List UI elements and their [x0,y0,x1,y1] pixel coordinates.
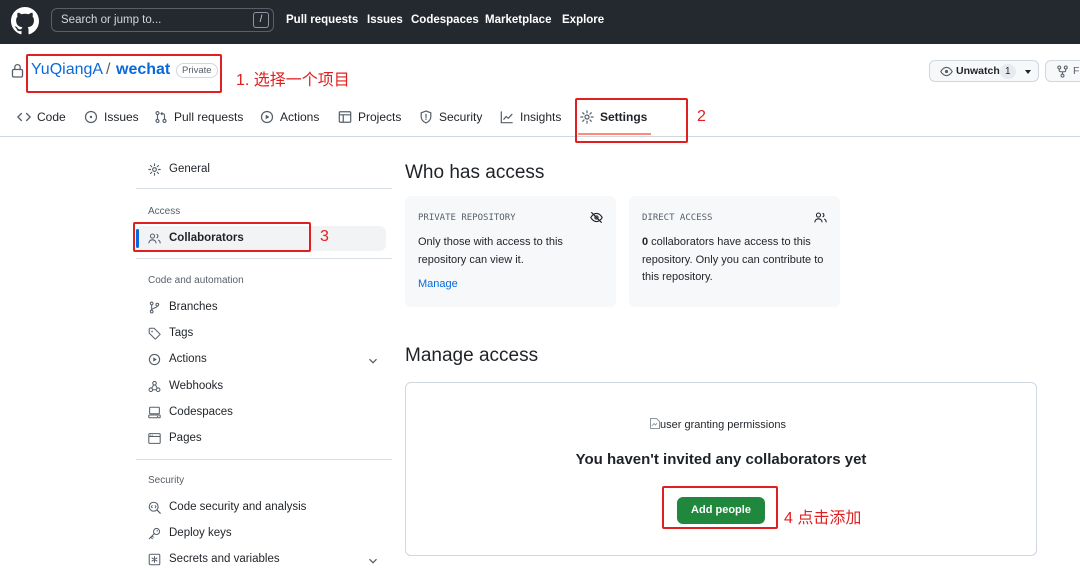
sidebar-item-label: Code security and analysis [169,501,307,513]
sidebar-item-label: Codespaces [169,406,233,418]
table-icon [338,111,352,123]
people-icon [814,212,827,223]
chevron-down-icon[interactable] [368,556,378,566]
asterisk-icon [148,553,161,566]
sidebar-item-label: Webhooks [169,380,224,392]
tab-actions-label: Actions [280,110,320,124]
global-header: Search or jump to... / Pull requests Iss… [0,0,1080,44]
eye-closed-icon [590,212,603,223]
tag-icon [148,327,161,340]
direct-access-card: DIRECT ACCESS 0 collaborators have acces… [629,196,840,307]
eye-icon [940,66,953,77]
annotation-box-step1 [26,54,222,93]
nav-explore[interactable]: Explore [562,14,604,26]
sidebar-item-label: Tags [169,327,194,339]
tab-security-label: Security [439,110,483,124]
card-description: Only those with access to this repositor… [418,236,563,266]
unwatch-button[interactable]: Unwatch 1 [929,60,1039,82]
sidebar-divider [136,459,392,460]
unwatch-label: Unwatch [956,65,1000,77]
key-icon [148,527,161,540]
chevron-down-icon[interactable] [368,356,378,366]
card-description: 0 collaborators have access to this repo… [642,234,832,287]
annotation-box-step2 [575,98,688,143]
tab-pull-requests-label: Pull requests [174,110,244,124]
lock-icon [11,64,24,78]
annotation-step2: 2 [697,108,706,125]
gear-icon [148,163,161,176]
card-kicker: DIRECT ACCESS [642,213,713,223]
sidebar-heading-access: Access [148,206,181,217]
browser-icon [148,433,161,444]
graph-icon [500,111,513,124]
manage-access-heading: Manage access [405,345,539,366]
nav-marketplace[interactable]: Marketplace [485,14,551,26]
codescan-icon [148,501,161,514]
search-placeholder: Search or jump to... [61,14,162,26]
sidebar-item-label: Pages [169,432,202,444]
sidebar-item-label: Deploy keys [169,527,232,539]
slash-shortcut-key: / [253,12,269,28]
manage-link[interactable]: Manage [418,278,458,290]
annotation-box-step3 [133,222,311,252]
fork-button[interactable]: F [1045,60,1080,82]
chevron-down-icon [1025,70,1031,74]
direct-access-text: collaborators have access to this reposi… [642,236,824,283]
nav-issues[interactable]: Issues [367,14,403,26]
tab-insights-label: Insights [520,110,562,124]
tab-issues-label: Issues [104,110,139,124]
broken-image-icon [650,418,660,429]
tab-code-label: Code [37,110,66,124]
issue-icon [84,110,98,124]
branch-icon [149,301,160,314]
sidebar-heading-code-automation: Code and automation [148,275,244,286]
who-has-access-heading: Who has access [405,162,545,183]
watch-count: 1 [1000,64,1016,79]
fork-icon [1057,65,1068,78]
pull-request-icon [155,111,167,123]
sidebar-divider [136,188,392,189]
github-logo-icon[interactable] [11,7,39,35]
broken-image-placeholder: user granting permissions [650,418,786,431]
annotation-box-step4 [662,486,778,529]
sidebar-item-label: General [169,163,210,175]
tabs-divider [0,136,1080,137]
global-search-input[interactable]: Search or jump to... / [51,8,274,32]
sidebar-item-label: Branches [169,301,218,313]
sidebar-divider [136,258,392,259]
fork-label: F [1073,65,1080,77]
annotation-step3: 3 [320,228,329,245]
webhook-icon [148,380,161,393]
play-icon [148,353,161,366]
annotation-step1: 1. 选择一个项目 [236,72,350,89]
nav-codespaces[interactable]: Codespaces [411,14,479,26]
shield-icon [420,110,432,124]
annotation-step4: 4 点击添加 [784,510,862,527]
image-alt-text: user granting permissions [660,419,786,431]
codespaces-icon [148,406,161,419]
sidebar-heading-security: Security [148,475,185,486]
nav-pull-requests[interactable]: Pull requests [286,14,358,26]
card-kicker: PRIVATE REPOSITORY [418,213,516,223]
tab-projects-label: Projects [358,110,402,124]
sidebar-item-label: Secrets and variables [169,553,280,565]
code-icon [17,112,31,122]
no-collaborators-message: You haven't invited any collaborators ye… [575,451,867,468]
sidebar-item-label: Actions [169,353,207,365]
play-icon [260,110,274,124]
private-repository-card: PRIVATE REPOSITORY Only those with acces… [405,196,616,307]
manage-access-panel: user granting permissions You haven't in… [405,382,1037,556]
